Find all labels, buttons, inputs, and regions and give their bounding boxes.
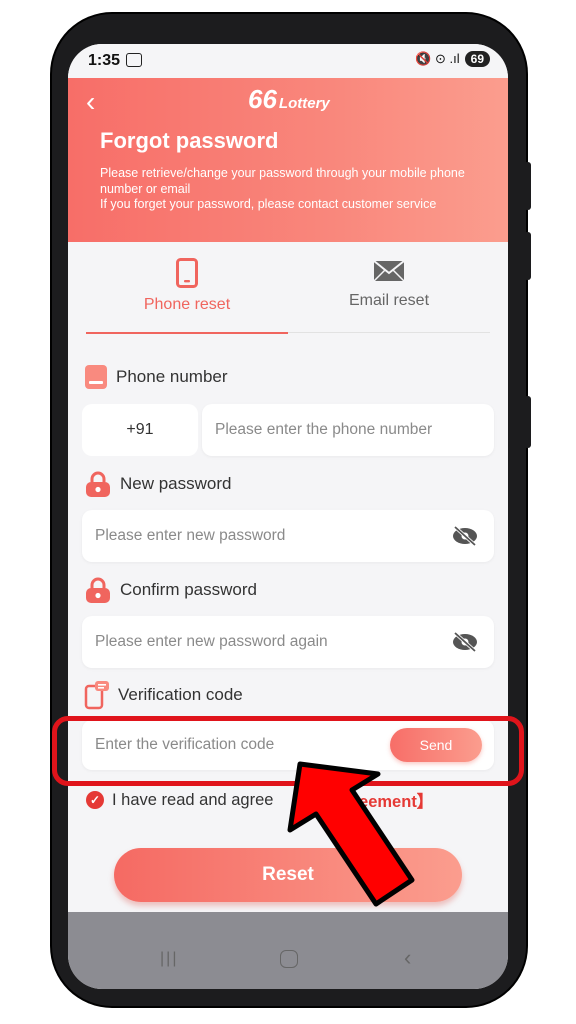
pointer-arrow-icon — [287, 761, 415, 907]
